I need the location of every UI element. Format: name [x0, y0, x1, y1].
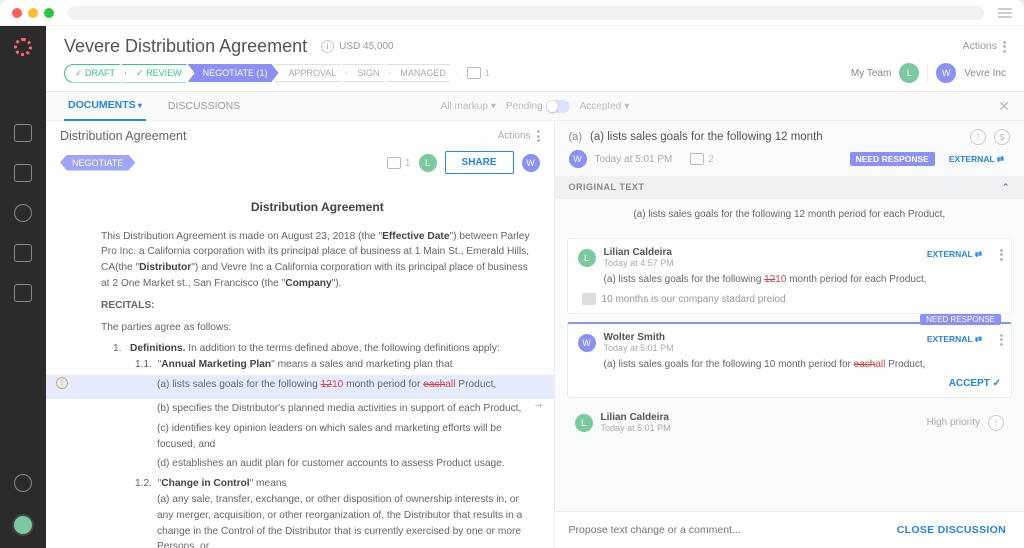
doc-avatar-2[interactable]: W — [522, 154, 540, 172]
help-icon[interactable] — [14, 474, 32, 492]
comment-avatar: L — [578, 249, 596, 267]
pending-toggle[interactable] — [546, 100, 570, 113]
stage-managed[interactable]: MANAGED — [385, 64, 457, 82]
priority-label: High priority — [927, 417, 980, 428]
stage-review[interactable]: REVIEW — [121, 64, 193, 83]
left-sidebar — [0, 26, 46, 548]
window-minimize-icon[interactable] — [28, 8, 38, 18]
doc-stage-pill: NEGOTIATE — [60, 155, 135, 171]
comment-author: Wolter Smith — [604, 332, 674, 343]
clause-label: (a) — [569, 131, 582, 143]
external-badge: EXTERNAL ⇄ — [921, 247, 988, 262]
filter-markup[interactable]: All markup ▾ — [441, 101, 496, 112]
quote-icon — [582, 293, 596, 305]
dollar-icon[interactable]: $ — [994, 129, 1010, 145]
activity-icon[interactable] — [14, 164, 32, 182]
priority-icon: ! — [988, 415, 1004, 431]
stage-approval[interactable]: APPROVAL — [273, 64, 347, 82]
discussion-title: (a) lists sales goals for the following … — [590, 131, 962, 143]
info-icon: i — [321, 40, 334, 53]
document-body: Distribution Agreement This Distribution… — [46, 182, 554, 548]
share-button[interactable]: SHARE — [445, 151, 514, 174]
doc-heading: Distribution Agreement — [101, 198, 534, 217]
stage-sign[interactable]: SIGN — [342, 64, 390, 82]
reply-count-icon: 2 — [690, 153, 714, 165]
doc-avatar-1[interactable]: L — [419, 154, 437, 172]
comment-time: Today at 5:01 PM — [601, 423, 671, 433]
comment-avatar: W — [578, 334, 596, 352]
hamburger-menu-icon[interactable] — [998, 8, 1012, 18]
header-actions[interactable]: Actions — [963, 40, 1006, 52]
document-title: Distribution Agreement — [60, 129, 490, 143]
author-avatar: W — [569, 150, 587, 168]
my-team-avatar[interactable]: L — [899, 63, 919, 83]
comment-card: NEED RESPONSE W Wolter SmithToday at 5:0… — [567, 322, 1012, 398]
stage-draft[interactable]: DRAFT — [64, 64, 126, 83]
browser-chrome — [0, 0, 1024, 26]
window-close-icon[interactable] — [12, 8, 22, 18]
original-text-header[interactable]: ORIGINAL TEXT⌃ — [555, 176, 1024, 199]
tab-discussions[interactable]: DISCUSSIONS — [164, 92, 244, 120]
user-avatar[interactable] — [12, 514, 34, 536]
warning-icon: ! — [56, 377, 68, 389]
url-bar[interactable] — [68, 6, 984, 20]
edit-icon[interactable] — [14, 124, 32, 142]
comment-author: Lilian Caldeira — [601, 412, 671, 423]
accept-button[interactable]: ACCEPT ✓ — [578, 378, 1001, 389]
comment-card: L Lilian CaldeiraToday at 4:57 PM EXTERN… — [567, 238, 1012, 314]
counterparty-avatar[interactable]: W — [936, 63, 956, 83]
close-icon[interactable]: ✕ — [998, 98, 1010, 115]
comment-time: Today at 4:57 PM — [604, 258, 674, 268]
external-badge: EXTERNAL ⇄ — [921, 332, 988, 347]
filter-accepted[interactable]: Accepted ▾ — [580, 101, 630, 112]
filter-pending[interactable]: Pending — [506, 100, 570, 113]
tab-documents[interactable]: DOCUMENTS — [64, 91, 146, 121]
original-text-body: (a) lists sales goals for the following … — [555, 199, 1024, 230]
comment-quote: 10 months is our company stadard preiod — [602, 294, 786, 305]
chevron-up-icon: ⌃ — [1002, 182, 1010, 193]
clock-icon[interactable] — [14, 204, 32, 222]
discussion-count-icon[interactable]: 1 — [467, 67, 490, 79]
close-discussion-button[interactable]: CLOSE DISCUSSION — [879, 512, 1024, 548]
comment-time: Today at 5:01 PM — [604, 343, 674, 353]
kebab-menu-icon[interactable] — [1000, 249, 1003, 261]
folder-icon[interactable] — [14, 244, 32, 262]
doc-comment-count-icon[interactable]: 1 — [387, 157, 411, 169]
comment-avatar: L — [575, 414, 593, 432]
need-response-tag: NEED RESPONSE — [920, 314, 1001, 325]
kebab-menu-icon[interactable] — [1000, 334, 1003, 346]
logo-icon — [14, 38, 32, 56]
doc-actions[interactable]: Actions — [498, 130, 540, 142]
info-circle-icon[interactable]: ! — [970, 129, 986, 145]
settings-icon[interactable] — [14, 284, 32, 302]
comment-preview[interactable]: L Lilian CaldeiraToday at 5:01 PM High p… — [563, 406, 1016, 439]
arrow-right-icon: → — [533, 397, 543, 413]
comment-input[interactable] — [555, 512, 879, 548]
kebab-menu-icon — [1003, 41, 1006, 53]
need-response-badge: NEED RESPONSE — [850, 152, 935, 166]
discussion-time: Today at 5:01 PM — [595, 154, 673, 165]
page-title: Vevere Distribution Agreement — [64, 36, 307, 57]
external-badge: EXTERNAL ⇄ — [943, 152, 1010, 167]
stage-negotiate[interactable]: NEGOTIATE (1) — [188, 64, 279, 82]
highlighted-clause[interactable]: ! (a) lists sales goals for the followin… — [46, 375, 554, 399]
kebab-menu-icon — [537, 130, 540, 142]
my-team-label: My Team — [851, 68, 891, 79]
contract-amount: USD 45,000 — [339, 41, 393, 52]
comment-author: Lilian Caldeira — [604, 247, 674, 258]
window-maximize-icon[interactable] — [44, 8, 54, 18]
counterparty-label: Vevre Inc — [964, 68, 1006, 79]
